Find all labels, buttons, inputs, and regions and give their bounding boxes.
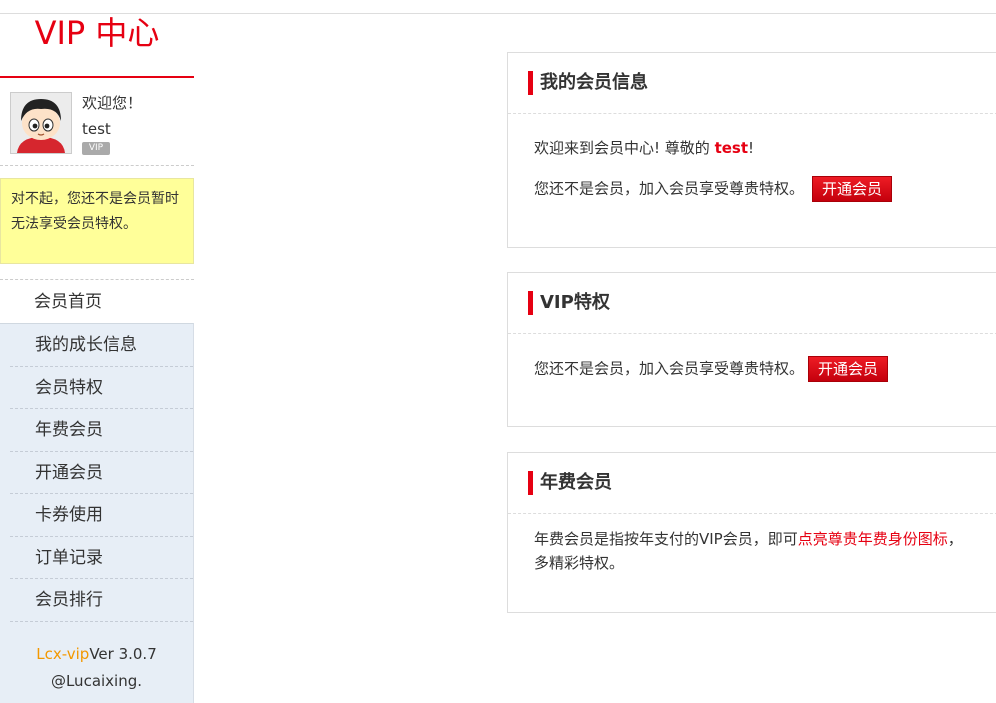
- footer-version-line: Lcx-vipVer 3.0.7: [0, 641, 193, 668]
- open-membership-button[interactable]: 开通会员: [808, 356, 889, 382]
- status-line: 您还不是会员，加入会员享受尊贵特权。 开通会员: [534, 356, 889, 382]
- user-card: 欢迎您！ test VIP: [10, 92, 194, 156]
- nav-item-privileges[interactable]: 会员特权: [0, 367, 193, 410]
- footer-author: @Lucaixing.: [50, 672, 143, 690]
- nav-item-coupons[interactable]: 卡券使用: [0, 494, 193, 537]
- vip-badge: VIP: [82, 142, 110, 155]
- description-line: 年费会员是指按年支付的VIP会员，即可点亮尊贵年费身份图标，: [534, 527, 963, 551]
- divider: [0, 165, 194, 166]
- nav-item-open-membership[interactable]: 开通会员: [0, 452, 193, 495]
- footer-brand: Lcx-vip: [36, 645, 90, 663]
- brand-underline: [0, 76, 194, 78]
- annual-member-panel: 年费会员 年费会员是指按年支付的VIP会员，即可点亮尊贵年费身份图标， 多精彩特…: [507, 452, 996, 613]
- welcome-text: 欢迎您！: [82, 94, 143, 112]
- nav-item-home[interactable]: 会员首页: [0, 281, 194, 323]
- username: test: [82, 120, 111, 138]
- nav-item-annual[interactable]: 年费会员: [0, 409, 193, 452]
- panel-title: VIP特权: [540, 292, 610, 313]
- sidebar-footer: Lcx-vipVer 3.0.7 @Lucaixing.: [0, 622, 194, 702]
- greeting-line: 欢迎来到会员中心! 尊敬的 test!: [534, 136, 754, 160]
- nav-item-orders[interactable]: 订单记录: [0, 537, 193, 580]
- status-line: 您还不是会员，加入会员享受尊贵特权。 开通会员: [534, 176, 893, 202]
- description-text: 年费会员是指按年支付的VIP会员，即可: [534, 530, 798, 548]
- divider: [0, 279, 194, 280]
- status-text: 您还不是会员，加入会员享受尊贵特权。: [534, 359, 805, 378]
- description-line-2: 多精彩特权。: [534, 554, 625, 572]
- panel-title: 年费会员: [540, 472, 612, 493]
- open-membership-button[interactable]: 开通会员: [812, 176, 893, 202]
- panel-header: 年费会员: [508, 453, 996, 514]
- avatar[interactable]: [10, 92, 72, 154]
- status-text: 您还不是会员，加入会员享受尊贵特权。: [534, 179, 805, 198]
- footer-version: Ver 3.0.7: [89, 645, 157, 663]
- panel-title: 我的会员信息: [540, 72, 648, 93]
- nav-item-ranking[interactable]: 会员排行: [0, 579, 193, 622]
- panel-accent-bar: [528, 471, 533, 495]
- vip-privilege-panel: VIP特权 您还不是会员，加入会员享受尊贵特权。 开通会员: [507, 272, 996, 427]
- nav-item-growth[interactable]: 我的成长信息: [0, 324, 193, 367]
- panel-accent-bar: [528, 291, 533, 315]
- non-member-notice: 对不起，您还不是会员暂时无法享受会员特权。: [0, 178, 194, 264]
- annual-icon-link[interactable]: 点亮尊贵年费身份图标: [798, 530, 948, 548]
- brand-title: VIP 中心: [34, 14, 160, 52]
- description-suffix: ，: [947, 530, 963, 548]
- greeting-text: 欢迎来到会员中心! 尊敬的: [534, 139, 710, 157]
- member-info-panel: 我的会员信息 欢迎来到会员中心! 尊敬的 test! 您还不是会员，加入会员享受…: [507, 52, 996, 248]
- panel-accent-bar: [528, 71, 533, 95]
- cartoon-avatar-icon: [11, 93, 71, 153]
- panel-header: VIP特权: [508, 273, 996, 334]
- greeting-username: test: [714, 139, 749, 157]
- greeting-suffix: !: [748, 139, 755, 157]
- nav-item-label: 会员首页: [34, 292, 102, 312]
- panel-header: 我的会员信息: [508, 53, 996, 114]
